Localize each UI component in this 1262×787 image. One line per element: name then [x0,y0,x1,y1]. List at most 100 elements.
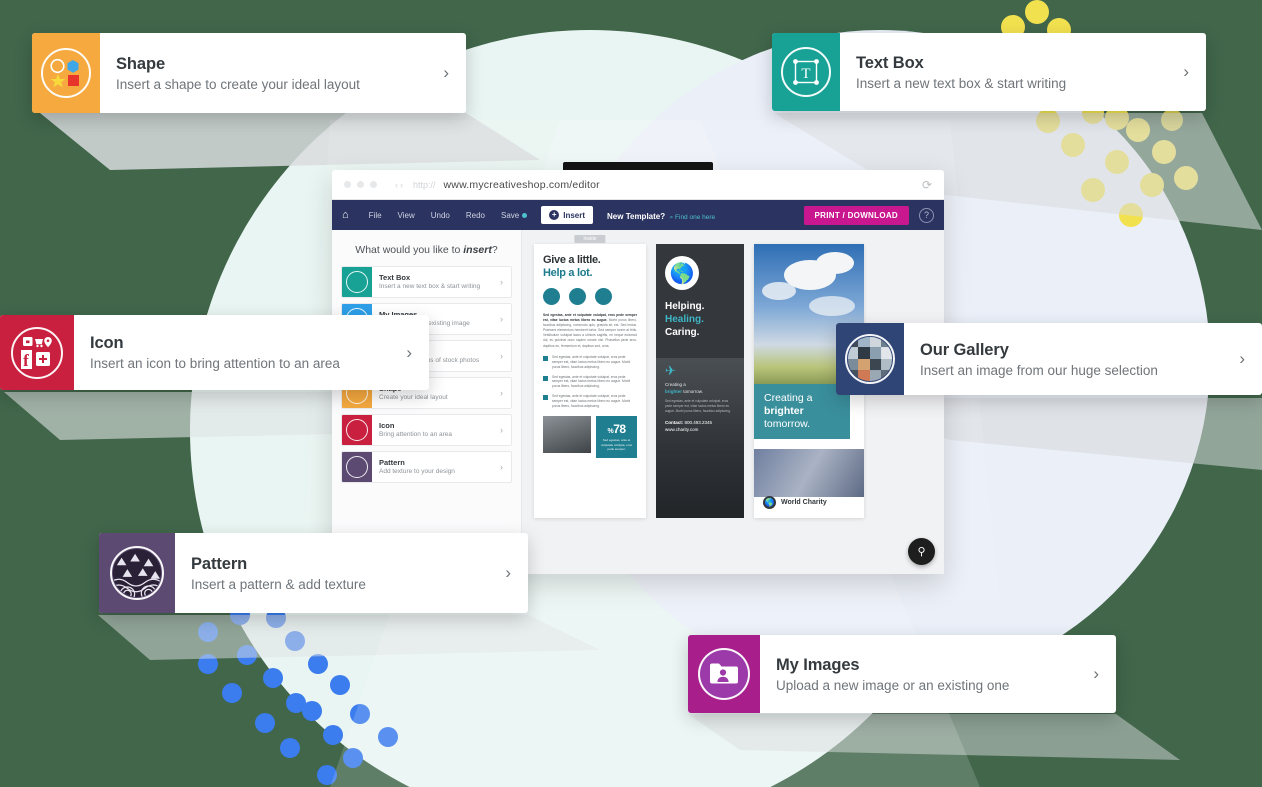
chevron-right-icon[interactable]: › [406,315,429,390]
chevron-right-icon[interactable]: › [505,533,528,613]
chevron-right-icon[interactable]: › [1239,323,1262,395]
front-bottom-photo [754,449,864,497]
folder-user-glyph [710,663,738,684]
save-status-dot [522,212,528,218]
new-template-block[interactable]: New Template? ⌕ Find one here [607,206,715,224]
card-title: My Images [776,655,860,674]
bullet-item: Sed egestas, ante et vulputate volutpat,… [543,375,637,390]
feature-card-our-gallery[interactable]: Our Gallery Insert an image from our hug… [836,323,1262,395]
card-description: Insert a shape to create your ideal layo… [116,76,360,92]
print-download-button[interactable]: PRINT / DOWNLOAD [803,205,909,225]
chevron-right-icon[interactable]: › [500,425,511,435]
side-panel-item-text: Icon Bring attention to an area [372,421,500,439]
card-description: Insert an icon to bring attention to an … [90,356,340,371]
side-panel-item-icon [342,415,372,445]
side-panel-item-icon[interactable]: Icon Bring attention to an area › [341,414,512,446]
cloud-shape [809,296,855,316]
insert-button-label: Insert [563,210,586,220]
stat-block: %78 Sed egestas, ante et vulputate volut… [596,416,637,458]
card-description: Upload a new image or an existing one [776,677,1010,693]
design-canvas: Inside Give a little. Help a lot. Sed eg… [522,230,944,574]
chevron-right-icon[interactable]: › [500,462,511,472]
chevron-right-icon[interactable]: › [1183,33,1206,111]
panel-tag-inside: Inside [574,235,606,243]
globe-icon: 🌎 [763,496,776,509]
svg-text:f: f [23,351,29,370]
side-panel-item-name: Pattern [379,458,405,468]
brochure-panel-inside[interactable]: Inside Give a little. Help a lot. Sed eg… [534,235,646,518]
editor-workarea: What would you like to insert? Text Box I… [332,230,944,574]
menu-save[interactable]: Save [493,211,535,220]
shapes-glyph [50,58,79,88]
brochure-panel-back[interactable]: Back 🌎 Helping. Healing. Caring. ✈ Creat… [656,244,744,518]
feature-card-my-images[interactable]: My Images Upload a new image or an exist… [688,635,1116,713]
photo-collage-glyph [847,336,893,382]
card-description: Insert an image from our huge selection [920,362,1158,378]
side-panel-item-text: Text Box Insert a new text box & start wr… [372,273,500,291]
menu-undo[interactable]: Undo [423,211,458,220]
bullet-item: Sed egestas, ante et vulputate volutpat,… [543,355,637,370]
help-icon[interactable]: ? [919,207,934,223]
brand-name: World Charity [781,499,827,506]
inside-paragraph: Sed egestas, ante et vulputate volutpat,… [543,312,638,348]
card-title: Our Gallery [920,340,1009,359]
stat-number: %78 [607,422,626,437]
card-description: Insert a pattern & add texture [191,576,366,592]
side-panel-item-text-box[interactable]: Text Box Insert a new text box & start wr… [341,266,512,298]
insert-button[interactable]: + Insert [541,206,594,224]
chevron-right-icon[interactable]: › [500,351,511,361]
feature-card-text-box[interactable]: T Text Box Insert a new text box & start… [772,33,1206,111]
menu-view[interactable]: View [390,211,423,220]
cloud-shape [762,282,796,300]
text-box-icon: T [772,33,840,111]
feature-card-icon[interactable]: f Icon Insert an icon to bring attention… [0,315,429,390]
back-tagline: Creating a brighter tomorrow. [665,382,704,394]
zoom-button[interactable]: ⚲ [908,538,935,565]
shapes-icon [32,33,100,113]
pattern-icon [99,533,175,613]
back-headline: Helping. Healing. Caring. [665,301,705,338]
photo-collage-icon [836,323,904,395]
plane-icon: ✈ [665,363,676,378]
menu-redo[interactable]: Redo [458,211,493,220]
chevron-right-icon[interactable]: › [500,314,511,324]
side-panel-item-text: Pattern Add texture to your design [372,458,500,476]
hands-photo [543,416,591,454]
side-panel-item-icon [342,452,372,482]
side-panel-item-name: Text Box [379,273,411,283]
chevron-right-icon[interactable]: › [1093,635,1116,713]
reload-icon[interactable]: ⟳ [922,178,932,192]
side-panel-item-desc: Bring attention to an area [379,430,452,438]
menu-file[interactable]: File [361,211,390,220]
feature-card-pattern[interactable]: Pattern Insert a pattern & add texture › [99,533,528,613]
folder-user-icon [688,635,760,713]
svg-text:T: T [801,66,810,82]
chevron-right-icon[interactable]: › [500,388,511,398]
url-text[interactable]: www.mycreativeshop.com/editor [444,179,600,191]
new-template-link[interactable]: ⌕ Find one here [670,214,716,221]
settings-icon [569,287,586,305]
side-panel-item-desc: Insert a new text box & start writing [379,282,481,290]
nav-arrows-icon[interactable]: ‹› [395,180,405,190]
feature-card-shape[interactable]: Shape Insert a shape to create your idea… [32,33,466,113]
card-title: Shape [116,54,166,73]
inside-icon-row [543,287,637,305]
chevron-right-icon[interactable]: › [500,277,511,287]
pattern-glyph [112,548,162,598]
side-panel-item-name: Icon [379,421,395,431]
icon-set-icon: f [0,315,74,390]
inside-bullet-list: Sed egestas, ante et vulputate volutpat,… [543,355,637,409]
brand-lockup: 🌎 World Charity [763,496,827,509]
plus-icon: + [549,210,560,220]
side-panel-title: What would you like to insert? [355,244,498,256]
window-control-dots [344,181,377,188]
protocol-text: http:// [413,179,436,190]
chevron-right-icon[interactable]: › [443,33,466,113]
side-panel-item-pattern[interactable]: Pattern Add texture to your design › [341,451,512,483]
text-box-glyph: T [793,59,819,85]
bullet-item: Sed egestas, ante et vulputate volutpat,… [543,394,637,409]
home-icon[interactable]: ⌂ [342,209,349,221]
camera-icon [543,287,560,305]
side-panel-item-desc: Add texture to your design [379,467,455,475]
bullet-square-icon [543,395,548,401]
